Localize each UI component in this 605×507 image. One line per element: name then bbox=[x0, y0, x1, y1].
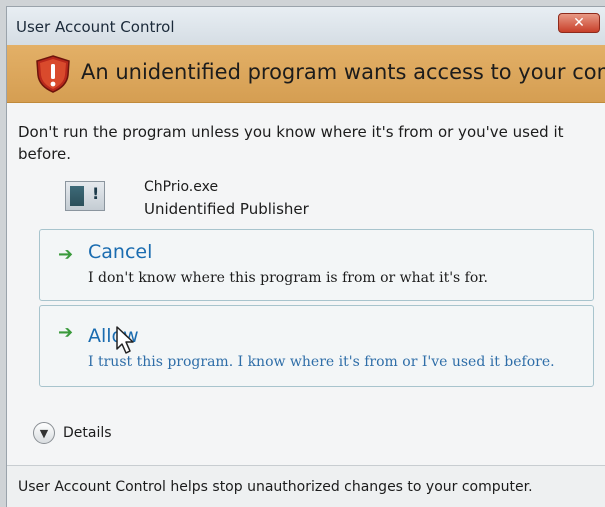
close-icon: ✕ bbox=[573, 15, 585, 31]
arrow-right-icon: ➔ bbox=[58, 322, 74, 343]
cancel-option[interactable]: ➔ Cancel I don't know where this program… bbox=[39, 229, 594, 301]
details-label[interactable]: Details bbox=[63, 425, 112, 441]
warning-message: Don't run the program unless you know wh… bbox=[18, 123, 564, 163]
chevron-down-icon: ▼ bbox=[39, 426, 49, 440]
details-toggle[interactable]: ▼ bbox=[33, 422, 55, 444]
title-bar: User Account Control ✕ bbox=[7, 7, 605, 45]
banner-text: An unidentified program wants access to … bbox=[81, 60, 605, 84]
program-icon: ! bbox=[65, 181, 105, 211]
footer-text: User Account Control helps stop unauthor… bbox=[18, 479, 533, 495]
allow-description: I trust this program. I know where it's … bbox=[88, 354, 555, 370]
window-title: User Account Control bbox=[16, 18, 175, 36]
warning-banner: An unidentified program wants access to … bbox=[7, 45, 605, 103]
mouse-cursor-icon bbox=[116, 326, 134, 354]
shield-warning-icon bbox=[36, 55, 70, 93]
program-publisher: Unidentified Publisher bbox=[144, 200, 309, 218]
uac-dialog: User Account Control ✕ An unidentified p… bbox=[6, 6, 605, 507]
program-name: ChPrio.exe bbox=[144, 179, 219, 195]
close-button[interactable]: ✕ bbox=[558, 13, 600, 33]
cancel-title: Cancel bbox=[88, 241, 153, 263]
cancel-description: I don't know where this program is from … bbox=[88, 270, 488, 286]
arrow-right-icon: ➔ bbox=[58, 244, 74, 265]
footer: User Account Control helps stop unauthor… bbox=[7, 465, 605, 507]
